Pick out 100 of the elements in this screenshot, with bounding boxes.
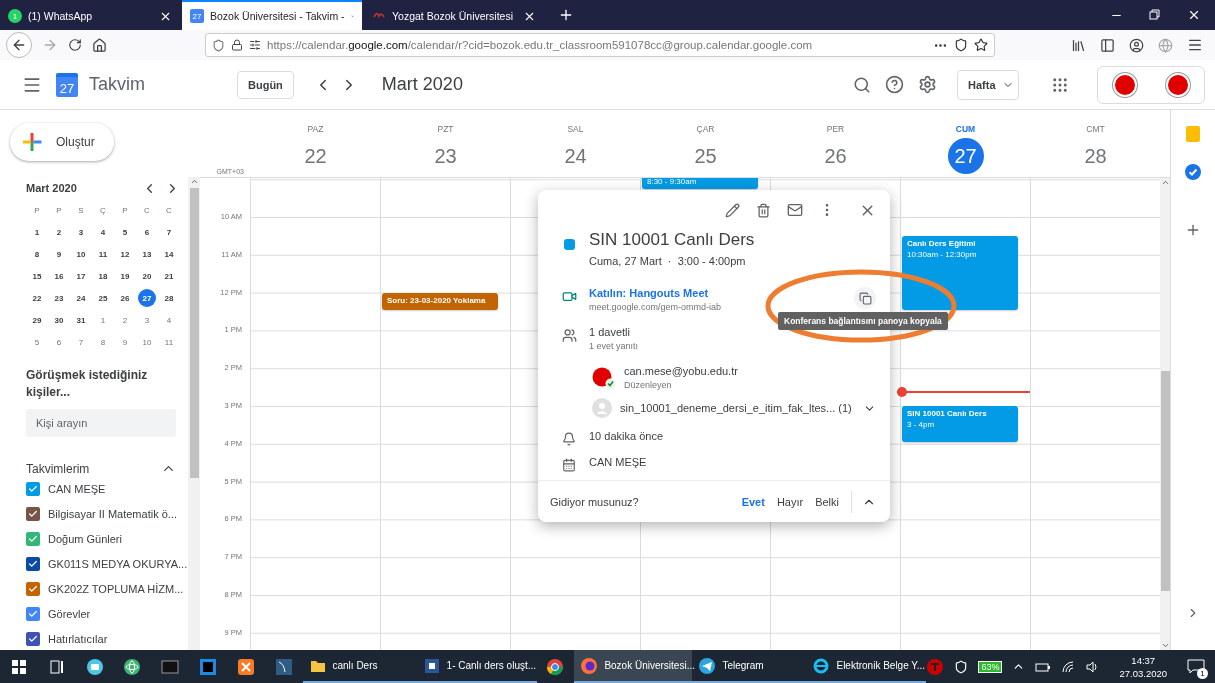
- mini-calendar-day[interactable]: 17: [72, 267, 90, 285]
- close-icon[interactable]: [1187, 8, 1201, 22]
- taskbar-app[interactable]: Telegram: [692, 650, 807, 683]
- mini-calendar-day[interactable]: 1: [28, 223, 46, 241]
- calendar-checkbox[interactable]: [26, 606, 40, 621]
- rsvp-option[interactable]: Evet: [735, 495, 771, 508]
- mini-calendar-day[interactable]: 29: [28, 311, 46, 329]
- mini-calendar-day[interactable]: 6: [138, 223, 156, 241]
- meet-link[interactable]: Katılın: Hangouts Meet: [589, 287, 842, 299]
- taskbar-app[interactable]: Bozok Üniversitesi...: [574, 650, 693, 683]
- mini-calendar-day[interactable]: 22: [28, 289, 46, 307]
- day-number[interactable]: 22: [297, 138, 334, 174]
- mini-calendar-day[interactable]: 13: [138, 245, 156, 263]
- taskbar-app[interactable]: Elektronik Belge Y...: [806, 650, 927, 683]
- browser-icon[interactable]: [546, 657, 565, 676]
- mini-calendar-day[interactable]: 2: [50, 223, 68, 241]
- scroll-up-icon[interactable]: [1160, 178, 1170, 187]
- people-search-field[interactable]: Kişi arayın: [26, 409, 176, 437]
- delete-icon[interactable]: [756, 202, 771, 218]
- mini-calendar-day[interactable]: 21: [160, 267, 178, 285]
- mini-calendar-day[interactable]: 25: [94, 289, 112, 307]
- calendar-checkbox[interactable]: [26, 481, 40, 496]
- calendar-checkbox[interactable]: [26, 556, 40, 571]
- copy-button[interactable]: [854, 287, 876, 309]
- message-icon[interactable]: [1187, 658, 1206, 675]
- mini-calendar-day[interactable]: 31: [72, 311, 90, 329]
- back-button[interactable]: [6, 32, 32, 58]
- mini-calendar-day[interactable]: 9: [50, 245, 68, 263]
- scroll-thumb[interactable]: [1160, 371, 1170, 591]
- mini-calendar-day[interactable]: 14: [160, 245, 178, 263]
- antivirus-icon[interactable]: [926, 657, 945, 676]
- task-view-icon[interactable]: [47, 657, 66, 676]
- mini-calendar-day[interactable]: 7: [160, 223, 178, 241]
- day-number[interactable]: 25: [687, 138, 724, 174]
- mini-calendar-day[interactable]: 28: [160, 289, 178, 307]
- mini-calendar-day[interactable]: 24: [72, 289, 90, 307]
- mini-calendar-day[interactable]: 11: [94, 245, 112, 263]
- account-panel[interactable]: [1097, 65, 1205, 104]
- mini-calendar-day[interactable]: 4: [160, 311, 178, 329]
- envelope-icon[interactable]: [85, 657, 104, 676]
- tasks-icon[interactable]: [1185, 164, 1201, 180]
- lock-icon[interactable]: [231, 39, 243, 51]
- email-icon[interactable]: [787, 202, 803, 218]
- mini-calendar-day[interactable]: 5: [28, 333, 46, 351]
- mini-calendar-day[interactable]: 9: [116, 333, 134, 351]
- sidebar-icon[interactable]: [1100, 37, 1115, 53]
- day-number[interactable]: 26: [817, 138, 854, 174]
- mini-calendar-day[interactable]: 8: [28, 245, 46, 263]
- browser-tab[interactable]: 27 Bozok Üniversitesi - Takvim -: [182, 0, 362, 30]
- calendar-checkbox[interactable]: [26, 631, 40, 646]
- restore-icon[interactable]: [1149, 9, 1161, 21]
- day-number[interactable]: 28: [1077, 138, 1114, 174]
- mini-calendar-day[interactable]: 15: [28, 267, 46, 285]
- server-app-icon[interactable]: [236, 657, 255, 676]
- address-field[interactable]: https://calendar.google.com/calendar/r?cid=bozok.edu.tr_classroom591078cc@group.calendar.google.com: [205, 33, 995, 57]
- terminal-icon[interactable]: [161, 657, 180, 676]
- mini-calendar-day[interactable]: 11: [160, 333, 178, 351]
- mini-calendar-day[interactable]: 1: [94, 311, 112, 329]
- mini-calendar-day[interactable]: 3: [72, 223, 90, 241]
- view-dropdown[interactable]: Hafta: [957, 69, 1019, 100]
- scroll-thumb[interactable]: [189, 188, 199, 478]
- mini-calendar-day[interactable]: 19: [116, 267, 134, 285]
- mini-calendar-day[interactable]: 12: [116, 245, 134, 263]
- browser-tab[interactable]: Yozgat Bozok Üniversitesi: [364, 0, 544, 30]
- scroll-up-icon[interactable]: [189, 177, 199, 186]
- mini-calendar-day[interactable]: 26: [116, 289, 134, 307]
- clock[interactable]: 14:37 27.03.2020: [1119, 653, 1168, 680]
- edit-icon[interactable]: [725, 202, 740, 218]
- today-button[interactable]: Bugün: [237, 70, 294, 99]
- atom-icon[interactable]: [123, 657, 142, 676]
- new-tab-icon[interactable]: [558, 7, 574, 23]
- mini-calendar-day[interactable]: 16: [50, 267, 68, 285]
- database-app-icon[interactable]: [274, 657, 293, 676]
- browser-tab[interactable]: 1 (1) WhatsApp: [0, 0, 180, 30]
- permissions-icon[interactable]: [249, 39, 261, 51]
- taskbar-app[interactable]: 1- Canlı ders oluşt...: [416, 650, 537, 683]
- taskbar-app[interactable]: canlı Ders: [302, 650, 417, 683]
- shield-icon[interactable]: [954, 38, 968, 52]
- settings-icon[interactable]: [918, 75, 937, 94]
- mini-calendar-day[interactable]: 20: [138, 267, 156, 285]
- calendar-checkbox[interactable]: [26, 581, 40, 596]
- mini-calendar-day[interactable]: 18: [94, 267, 112, 285]
- windows-icon[interactable]: [9, 657, 28, 676]
- scroll-down-icon[interactable]: [1160, 641, 1170, 650]
- mini-calendar-day[interactable]: 4: [94, 223, 112, 241]
- mini-calendar-day[interactable]: 10: [138, 333, 156, 351]
- rsvp-option[interactable]: Hayır: [770, 495, 810, 508]
- speaker-icon[interactable]: [1085, 659, 1100, 674]
- menu-icon[interactable]: [1187, 37, 1203, 53]
- mini-calendar-day[interactable]: 10: [72, 245, 90, 263]
- mini-calendar-day[interactable]: 27: [138, 289, 156, 307]
- library-icon[interactable]: [1071, 37, 1086, 53]
- shield-icon[interactable]: [954, 659, 969, 674]
- help-icon[interactable]: [885, 75, 904, 94]
- mini-calendar-day[interactable]: 7: [72, 333, 90, 351]
- calendar-checkbox[interactable]: [26, 531, 40, 546]
- code-editor-icon[interactable]: [198, 657, 217, 676]
- home-icon[interactable]: [92, 37, 107, 53]
- rsvp-option[interactable]: Belki: [809, 495, 845, 508]
- add-icon[interactable]: [1185, 222, 1201, 238]
